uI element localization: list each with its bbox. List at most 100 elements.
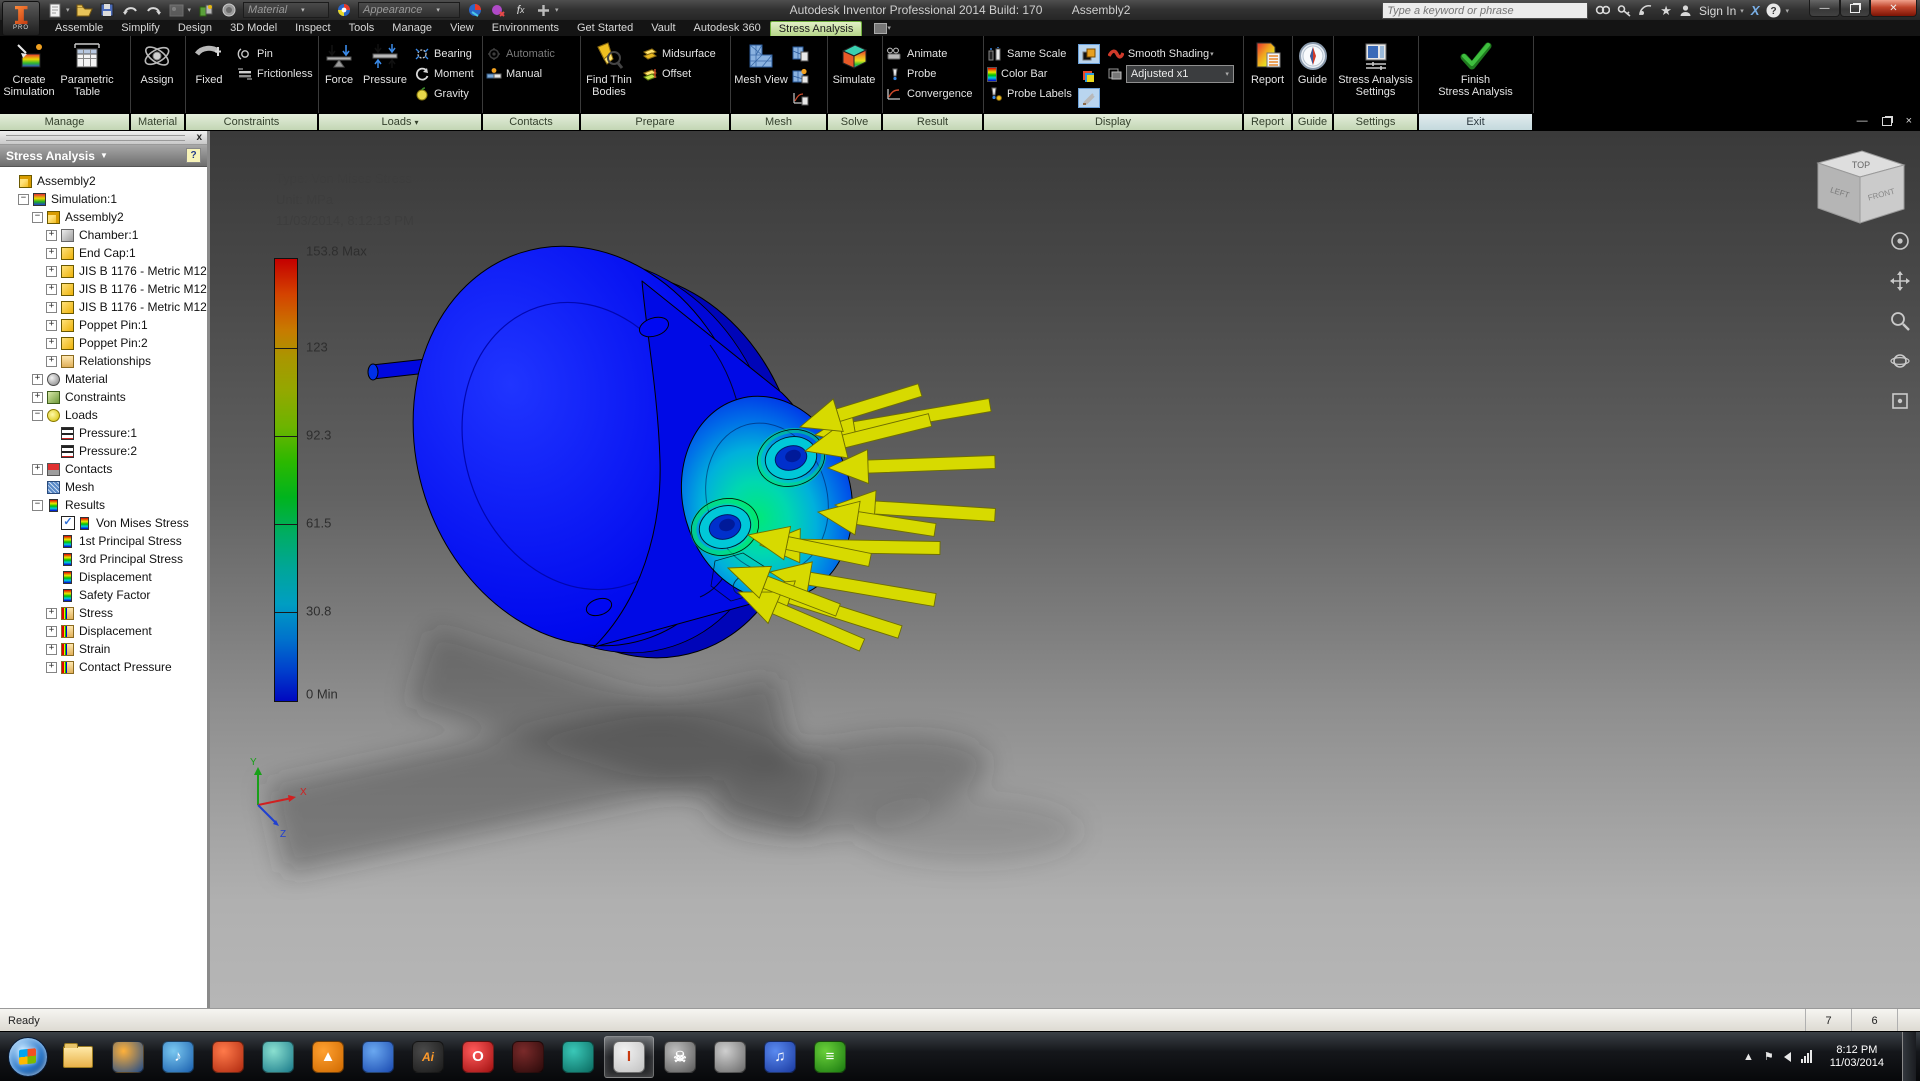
tab-manage[interactable]: Manage [383, 21, 441, 35]
probe-labels-button[interactable]: Probe Labels [983, 84, 1076, 104]
parametric-table-button[interactable]: Parametric Table [58, 39, 116, 98]
undo-icon[interactable] [122, 3, 139, 18]
create-simulation-button[interactable]: Create Simulation [0, 39, 58, 98]
taskbar-app-vlc[interactable]: ▲ [304, 1037, 352, 1077]
force-load-button[interactable]: Force [318, 39, 360, 86]
taskbar-app-opera[interactable]: O [454, 1037, 502, 1077]
tab-get-started[interactable]: Get Started [568, 21, 642, 35]
color-bar-button[interactable]: Color Bar [983, 64, 1076, 84]
same-scale-button[interactable]: Same Scale [983, 44, 1076, 64]
find-thin-bodies-button[interactable]: Find Thin Bodies [580, 39, 638, 98]
document-close-button[interactable]: × [1906, 115, 1912, 127]
tree-item-loads[interactable]: −Loads [0, 406, 207, 424]
panel-label-contacts[interactable]: Contacts [483, 114, 579, 130]
animate-results-button[interactable]: Animate [882, 44, 976, 64]
document-restore-button[interactable] [1882, 117, 1892, 126]
open-icon[interactable] [76, 3, 93, 18]
browser-grip[interactable]: x [0, 131, 207, 145]
tree-expand-icon[interactable]: − [32, 410, 43, 421]
taskbar-app-teal-app[interactable] [554, 1037, 602, 1077]
tree-item-1st-principal-stress[interactable]: 1st Principal Stress [0, 532, 207, 550]
material-combobox[interactable]: Material ▾ [243, 2, 329, 18]
tree-expand-icon[interactable]: + [32, 464, 43, 475]
visibility-checkbox[interactable]: ✓ [61, 516, 75, 530]
view-cube[interactable]: TOP LEFT FRONT [1818, 151, 1904, 223]
volume-icon[interactable] [1784, 1052, 1791, 1062]
tree-item-displacement[interactable]: +Displacement [0, 622, 207, 640]
viewcube-top-label[interactable]: TOP [1852, 160, 1870, 170]
gravity-load-button[interactable]: Gravity [410, 84, 478, 104]
panel-label-material[interactable]: Material [131, 114, 184, 130]
panel-label-mesh[interactable]: Mesh [731, 114, 826, 130]
document-minimize-button[interactable]: — [1857, 115, 1868, 127]
tree-item-chamber-1[interactable]: +Chamber:1 [0, 226, 207, 244]
tree-expand-icon[interactable]: + [46, 248, 57, 259]
bearing-load-button[interactable]: Bearing [410, 44, 478, 64]
tree-expand-icon[interactable]: + [46, 338, 57, 349]
tab-environments[interactable]: Environments [483, 21, 568, 35]
report-button[interactable]: Report [1244, 39, 1292, 86]
taskbar-app-media-player[interactable] [204, 1037, 252, 1077]
tree-expand-icon[interactable]: + [46, 356, 57, 367]
tab-inspect[interactable]: Inspect [286, 21, 339, 35]
redo-icon[interactable] [145, 3, 162, 18]
taskbar-app-safari[interactable] [254, 1037, 302, 1077]
action-center-flag-icon[interactable]: ⚑ [1764, 1050, 1774, 1063]
tab-design[interactable]: Design [169, 21, 221, 35]
help-icon[interactable]: ? [1766, 3, 1781, 18]
boundary-display-toggle[interactable] [1078, 88, 1100, 108]
update-icon[interactable] [197, 3, 214, 18]
tab-vault[interactable]: Vault [642, 21, 684, 35]
pressure-load-button[interactable]: Pressure [360, 39, 410, 86]
sign-in-dropdown[interactable]: ▾ [1740, 7, 1744, 15]
tree-expand-icon[interactable]: − [32, 212, 43, 223]
taskbar-clock[interactable]: 8:12 PM 11/03/2014 [1822, 1044, 1892, 1070]
measure-icon[interactable] [220, 3, 237, 18]
tree-expand-icon[interactable]: + [46, 608, 57, 619]
favorites-star-icon[interactable]: ★ [1660, 3, 1672, 19]
fixed-constraint-button[interactable]: Fixed [185, 39, 233, 86]
panel-label-guide[interactable]: Guide [1293, 114, 1332, 130]
graphics-viewport[interactable]: TOP LEFT FRONT X Y Z Type: Von Mises Str… [210, 131, 1920, 1008]
tree-item-jis-b-1176-metric-m12-x-35-2[interactable]: +JIS B 1176 - Metric M12 x 35:2 [0, 280, 207, 298]
tree-item-poppet-pin-2[interactable]: +Poppet Pin:2 [0, 334, 207, 352]
taskbar-app-search-app[interactable] [354, 1037, 402, 1077]
new-file-icon[interactable] [46, 3, 63, 18]
frictionless-constraint-button[interactable]: Frictionless [233, 64, 317, 84]
search-icon[interactable] [1595, 4, 1610, 17]
tree-expand-icon[interactable]: + [46, 284, 57, 295]
tree-expand-icon[interactable]: + [46, 644, 57, 655]
zoom-icon[interactable] [1890, 311, 1910, 331]
panel-label-report[interactable]: Report [1244, 114, 1291, 130]
window-close-button[interactable]: ✕ [1870, 0, 1917, 17]
tree-expand-icon[interactable]: + [46, 266, 57, 277]
panel-label-loads[interactable]: Loads▾ [319, 114, 481, 130]
tree-item-poppet-pin-1[interactable]: +Poppet Pin:1 [0, 316, 207, 334]
panel-label-constraints[interactable]: Constraints [186, 114, 317, 130]
moment-load-button[interactable]: Moment [410, 64, 478, 84]
exchange-apps-icon[interactable]: X [1751, 3, 1760, 18]
taskbar-app-firefox[interactable] [104, 1037, 152, 1077]
panel-label-manage[interactable]: Manage [0, 114, 129, 130]
communication-center-icon[interactable] [1638, 4, 1653, 17]
tab-simplify[interactable]: Simplify [112, 21, 169, 35]
show-desktop-button[interactable] [1902, 1032, 1916, 1081]
taskbar-app-dark-app[interactable] [504, 1037, 552, 1077]
tree-item-stress[interactable]: +Stress [0, 604, 207, 622]
panel-label-solve[interactable]: Solve [828, 114, 881, 130]
tree-item-safety-factor[interactable]: Safety Factor [0, 586, 207, 604]
taskbar-app-explorer[interactable] [54, 1037, 102, 1077]
tree-item-mesh[interactable]: Mesh [0, 478, 207, 496]
shaded-display-toggle[interactable] [1078, 44, 1100, 64]
tree-item-jis-b-1176-metric-m12-x-35-3[interactable]: +JIS B 1176 - Metric M12 x 35:3 [0, 298, 207, 316]
tab-autodesk-360[interactable]: Autodesk 360 [685, 21, 770, 35]
tree-item-jis-b-1176-metric-m12-x-35-1[interactable]: +JIS B 1176 - Metric M12 x 35:1 [0, 262, 207, 280]
panel-label-exit[interactable]: Exit [1419, 114, 1532, 130]
panel-label-settings[interactable]: Settings [1334, 114, 1417, 130]
tree-item-relationships[interactable]: +Relationships [0, 352, 207, 370]
iproperties-icon[interactable] [168, 3, 185, 18]
panel-label-display[interactable]: Display [984, 114, 1242, 130]
tree-expand-icon[interactable]: − [32, 500, 43, 511]
browser-close-icon[interactable]: x [191, 133, 207, 143]
tab-3d-model[interactable]: 3D Model [221, 21, 286, 35]
